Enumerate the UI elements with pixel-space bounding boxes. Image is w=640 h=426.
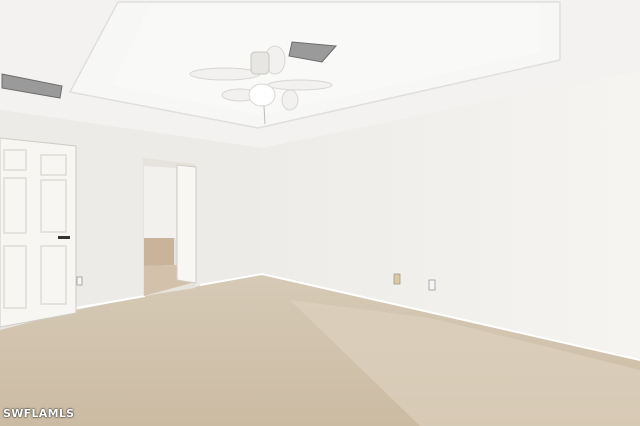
fan-blade (267, 79, 333, 91)
fan-blade (281, 89, 299, 111)
watermark: SWFLAMLS (3, 407, 75, 420)
bathtub (144, 238, 174, 266)
wall-outlet (76, 276, 83, 286)
room-illustration (0, 0, 640, 426)
fan-blade (189, 67, 261, 81)
room-photo: SWFLAMLS (0, 0, 640, 426)
door-handle (58, 236, 70, 239)
fan-light (248, 83, 276, 107)
fan-motor (250, 51, 270, 75)
bathroom-door-open (176, 164, 197, 284)
bathroom-interior-wall (144, 166, 176, 238)
wall-outlet (393, 273, 401, 285)
wall-outlet (428, 279, 436, 291)
